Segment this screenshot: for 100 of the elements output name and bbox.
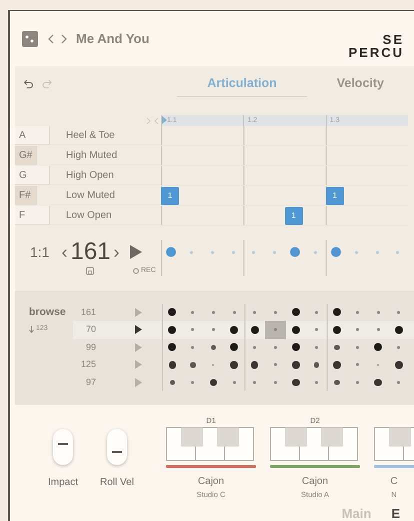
step-dot[interactable] [168, 343, 176, 352]
step-dot[interactable] [292, 378, 300, 386]
tab[interactable]: Velocity [306, 70, 414, 98]
step-dot[interactable] [314, 328, 318, 332]
back-icon[interactable] [47, 34, 55, 44]
keyboard-drawing[interactable] [166, 427, 254, 461]
step-dot[interactable] [253, 380, 256, 384]
step-dot[interactable] [190, 362, 196, 368]
key-label[interactable]: G# [15, 146, 37, 165]
step-dot[interactable] [274, 328, 277, 332]
dice-icon[interactable] [22, 30, 38, 46]
step-dot[interactable] [253, 310, 256, 314]
undo-icon[interactable] [23, 78, 34, 90]
page-tab[interactable]: E [391, 504, 400, 521]
step-dot[interactable] [191, 380, 194, 384]
step-dot[interactable] [210, 378, 218, 386]
step-dot[interactable] [314, 380, 318, 384]
slider[interactable] [53, 429, 73, 465]
step-cell[interactable] [264, 321, 286, 338]
step-dot[interactable] [212, 364, 214, 366]
step-dot[interactable] [334, 344, 340, 350]
step-dot[interactable] [374, 343, 382, 352]
step-dot[interactable] [395, 361, 403, 368]
step-dot[interactable] [170, 380, 176, 385]
slider-thumb[interactable] [58, 443, 68, 446]
step-dot[interactable] [292, 343, 300, 352]
step-dot[interactable] [394, 326, 403, 334]
step-dot[interactable] [166, 247, 176, 257]
forward-icon[interactable] [60, 34, 68, 44]
step-dot[interactable] [212, 328, 215, 332]
step-dot[interactable] [230, 343, 238, 352]
tempo-increase[interactable]: › [114, 240, 120, 264]
step-dot[interactable] [232, 310, 236, 314]
step-dot[interactable] [397, 310, 400, 314]
step-dot[interactable] [292, 361, 300, 368]
step-dot[interactable] [292, 326, 300, 334]
step-dot[interactable] [274, 346, 277, 349]
step-dot[interactable] [334, 380, 340, 385]
step-dot[interactable] [314, 250, 317, 254]
step-dot[interactable] [376, 328, 380, 332]
redo-icon[interactable] [42, 78, 52, 90]
step-dot[interactable] [168, 361, 176, 368]
step-dot[interactable] [274, 363, 277, 366]
step-dot[interactable] [230, 361, 238, 368]
step-dot[interactable] [191, 310, 194, 314]
step-dot[interactable] [333, 361, 341, 368]
step-dot[interactable] [253, 346, 256, 349]
step-dot[interactable] [331, 247, 342, 257]
step-dot[interactable] [333, 326, 342, 334]
step-dot[interactable] [232, 250, 235, 254]
note-block[interactable]: 1 [284, 207, 303, 225]
slider-thumb[interactable] [112, 451, 122, 454]
step-dot[interactable] [230, 326, 238, 334]
slider[interactable] [106, 429, 127, 465]
step-dot[interactable] [314, 362, 320, 368]
tab[interactable]: Articulation [177, 70, 307, 98]
step-dot[interactable] [356, 328, 360, 332]
step-dot[interactable] [274, 310, 277, 314]
step-dot[interactable] [292, 308, 300, 316]
play-icon[interactable] [130, 245, 142, 259]
tempo-decrease[interactable]: ‹ [61, 240, 68, 264]
step-dot[interactable] [250, 326, 259, 334]
step-dot[interactable] [314, 346, 318, 349]
step-dot[interactable] [191, 346, 194, 349]
key-label[interactable]: G [15, 166, 50, 185]
step-dot[interactable] [397, 380, 400, 384]
step-dot[interactable] [250, 361, 258, 368]
step-dot[interactable] [377, 364, 380, 366]
step-dot[interactable] [376, 310, 380, 314]
loop-markers-icon[interactable] [146, 116, 160, 124]
key-label[interactable]: A [15, 126, 50, 145]
step-dot[interactable] [252, 250, 256, 254]
key-label[interactable]: F# [15, 186, 37, 205]
step-dot[interactable] [168, 308, 176, 316]
step-dot[interactable] [290, 247, 300, 257]
step-dot[interactable] [210, 344, 216, 350]
pattern-row[interactable]: 70 [73, 321, 414, 338]
step-dot[interactable] [190, 250, 194, 254]
step-dot[interactable] [356, 363, 360, 366]
step-dot[interactable] [374, 378, 382, 386]
step-dot[interactable] [333, 308, 342, 316]
step-dot[interactable] [397, 346, 400, 349]
step-dot[interactable] [168, 326, 176, 334]
step-dot[interactable] [356, 346, 360, 349]
playhead-icon[interactable] [162, 116, 167, 124]
note-block[interactable]: 1 [326, 187, 344, 205]
step-dot[interactable] [314, 310, 318, 314]
note-block[interactable]: 1 [161, 187, 179, 205]
key-label[interactable]: F [15, 206, 50, 225]
sort-down-icon[interactable] [29, 326, 34, 333]
step-dot[interactable] [212, 310, 215, 314]
step-dot[interactable] [232, 380, 236, 384]
step-dot[interactable] [191, 328, 194, 332]
step-dot[interactable] [272, 250, 276, 254]
step-dot[interactable] [396, 250, 400, 254]
step-dot[interactable] [356, 310, 360, 314]
step-dot[interactable] [376, 250, 379, 254]
record-icon[interactable] [133, 268, 139, 274]
step-dot[interactable] [210, 250, 214, 254]
step-dot[interactable] [355, 250, 358, 254]
